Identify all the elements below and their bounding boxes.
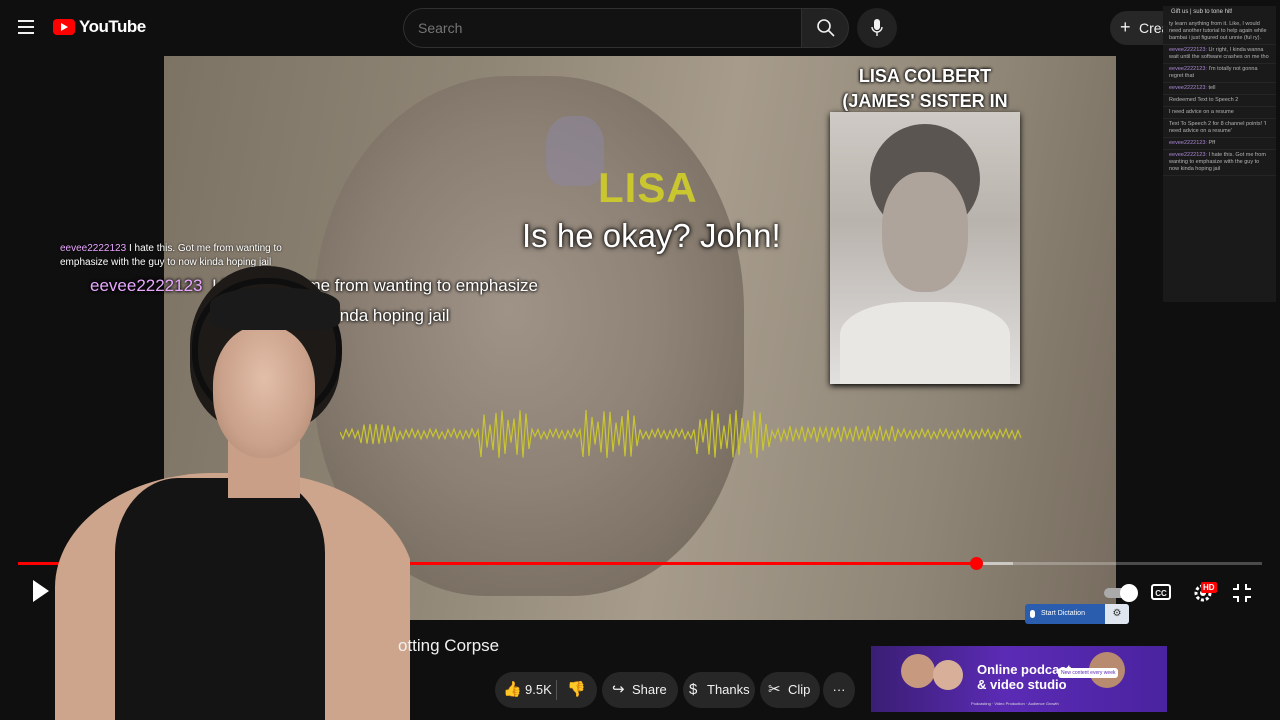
search-icon: [817, 19, 835, 37]
clip-button[interactable]: ✂ Clip: [760, 672, 820, 708]
share-button[interactable]: ↪ Share: [602, 672, 678, 708]
video-title: otting Corpse: [398, 636, 500, 655]
voice-search-button[interactable]: [857, 8, 897, 48]
chat-message: ty learn anything from it. Like, I would…: [1163, 19, 1276, 45]
ad-headline-line2: & video studio: [977, 677, 1067, 692]
stream-chat-panel[interactable]: Gift us | sub to tone hit! ty learn anyt…: [1163, 6, 1276, 302]
sidebar-ad-banner[interactable]: Online podcast & video studio New conten…: [871, 646, 1167, 712]
chat-text: Pff: [1208, 140, 1216, 146]
share-icon: ↪: [612, 681, 625, 698]
thumbs-down-icon[interactable]: 👎: [567, 672, 586, 708]
chat-username[interactable]: eevee2222123:: [1169, 66, 1208, 72]
search-button[interactable]: [801, 8, 849, 48]
thumbs-up-icon[interactable]: 👍: [503, 672, 522, 708]
ad-headline: Online podcast & video studio: [977, 662, 1071, 692]
chat-username[interactable]: eevee2222123:: [1169, 152, 1208, 158]
thanks-label: Thanks: [707, 682, 750, 697]
chat-message: eevee2222123: tell: [1163, 83, 1276, 95]
youtube-logo[interactable]: YouTube: [53, 17, 146, 37]
photo-caption-name: LISA COLBERT: [858, 66, 992, 86]
dictation-mic-icon: [1030, 610, 1035, 618]
chat-username[interactable]: eevee2222123:: [1169, 47, 1208, 53]
dictation-settings-icon[interactable]: ⚙: [1105, 604, 1129, 624]
chat-message: I need advice on a resume: [1163, 107, 1276, 119]
chat-message: eevee2222123: Pff: [1163, 138, 1276, 150]
chat-message: eevee2222123: Ur right, I kinda wanna wa…: [1163, 45, 1276, 64]
stream-chat-header: Gift us | sub to tone hit!: [1171, 9, 1233, 15]
chat-message: eevee2222123: I'm totally not gonna regr…: [1163, 64, 1276, 83]
chat-text: Text To Speech 2 for 8 channel points! '…: [1169, 121, 1267, 134]
dictation-label: Start Dictation: [1041, 610, 1085, 617]
clip-label: Clip: [788, 682, 811, 697]
hd-badge: HD: [1201, 582, 1217, 593]
like-dislike-group: 👍 9.5K 👎: [495, 672, 597, 708]
fullscreen-exit-icon: [1233, 584, 1251, 602]
speaker-label: LISA: [598, 164, 698, 211]
microphone-icon: [871, 19, 883, 36]
chat-text: ty learn anything from it. Like, I would…: [1169, 21, 1267, 41]
masthead: YouTube + Create: [0, 0, 1280, 56]
chat-message: eevee2222123: I hate this. Got me from w…: [1163, 150, 1276, 176]
autoplay-toggle[interactable]: [1104, 584, 1138, 602]
ad-strip: Podcasting · Video Production · Audience…: [971, 701, 1059, 706]
thanks-icon: $: [689, 681, 698, 698]
logo-text: YouTube: [79, 17, 146, 36]
progress-scrubber[interactable]: [969, 557, 983, 570]
exit-fullscreen-button[interactable]: [1232, 583, 1252, 603]
ad-headline-line1: Online podcast: [977, 662, 1071, 677]
audio-waveform: [340, 409, 1022, 459]
search-input[interactable]: [416, 19, 780, 37]
chat-text: Redeemed Text to Speech 2: [1169, 97, 1239, 103]
chat-message: Redeemed Text to Speech 2: [1163, 95, 1276, 107]
chat-text: tell: [1208, 85, 1216, 91]
thanks-button[interactable]: $ Thanks: [683, 672, 755, 708]
menu-icon[interactable]: [18, 20, 34, 34]
like-count[interactable]: 9.5K: [525, 672, 552, 708]
mugshot-photo: [830, 112, 1020, 384]
more-actions-button[interactable]: ···: [823, 672, 855, 708]
chat-username[interactable]: eevee2222123:: [1169, 140, 1208, 146]
video-subtitle: Is he okay? John!: [522, 217, 781, 254]
chat-username[interactable]: eevee2222123:: [1169, 85, 1208, 91]
search-box: [403, 8, 802, 48]
chat-message: Text To Speech 2 for 8 channel points! '…: [1163, 119, 1276, 138]
share-label: Share: [632, 682, 667, 697]
start-dictation-widget[interactable]: Start Dictation ⚙: [1025, 604, 1129, 624]
streamer-webcam: [0, 228, 410, 720]
ad-badge: New content every week: [1058, 668, 1119, 678]
waveform-line: [340, 409, 1022, 459]
captions-button[interactable]: CC: [1151, 584, 1171, 600]
plus-icon: +: [1120, 17, 1131, 37]
chat-text: I need advice on a resume: [1169, 109, 1234, 115]
channel-watermark-logo: [546, 116, 604, 186]
youtube-play-icon: [53, 19, 75, 35]
scissors-icon: ✂: [768, 681, 781, 698]
